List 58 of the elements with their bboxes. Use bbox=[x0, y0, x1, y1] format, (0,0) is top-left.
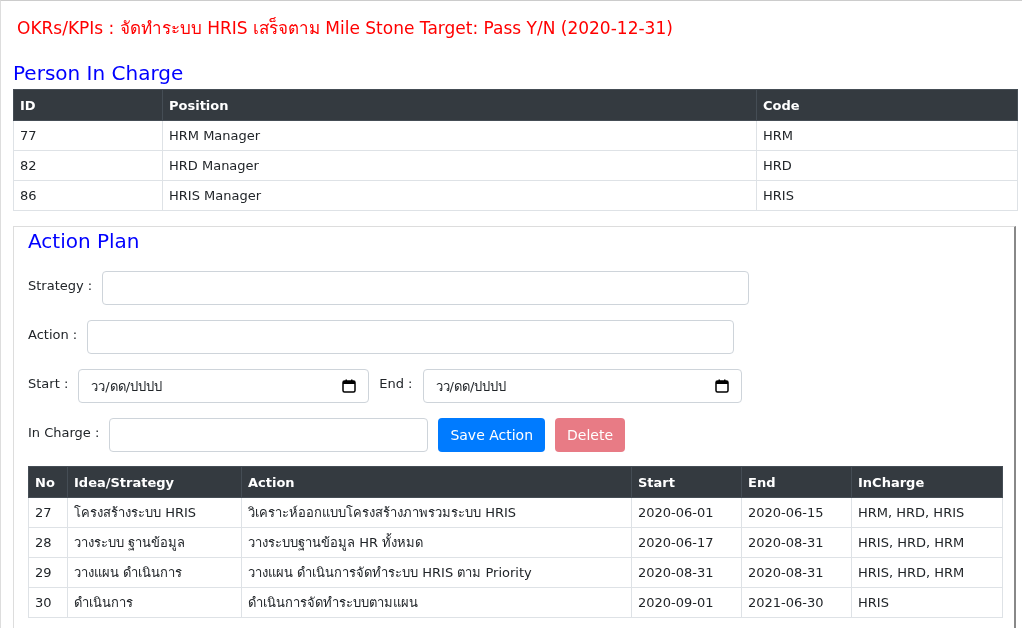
date-field[interactable]: วว/ดด/ปปปป bbox=[422, 369, 742, 403]
table-cell: วางระบบ ฐานข้อมูล bbox=[67, 527, 242, 558]
table-cell: 28 bbox=[28, 527, 68, 558]
section-heading: Person In Charge bbox=[13, 61, 185, 87]
column-header: Idea/Strategy bbox=[67, 466, 242, 498]
section-heading: Action Plan bbox=[28, 229, 141, 255]
save-button[interactable]: Save Action bbox=[438, 418, 546, 452]
table-cell: วางแผน ดำเนินการ bbox=[67, 557, 242, 588]
table-cell: วางแผน ดำเนินการจัดทำระบบ HRIS ตาม Priority bbox=[241, 557, 632, 588]
table-cell: 2020-06-15 bbox=[741, 497, 852, 528]
table-cell: 77 bbox=[13, 120, 163, 151]
table-cell: โครงสร้างระบบ HRIS bbox=[67, 497, 242, 528]
table-cell: HRIS bbox=[756, 180, 1018, 211]
text-field[interactable] bbox=[102, 271, 750, 305]
text-field[interactable] bbox=[109, 418, 429, 452]
table-cell: 2020-08-31 bbox=[631, 557, 742, 588]
date-field[interactable]: วว/ดด/ปปปป bbox=[78, 369, 370, 403]
table-cell: HRM Manager bbox=[162, 120, 757, 151]
table-cell: HRD bbox=[756, 150, 1018, 181]
table-cell: HRIS bbox=[851, 587, 1003, 618]
table-cell: HRIS, HRD, HRM bbox=[851, 557, 1003, 588]
table-cell: 82 bbox=[13, 150, 163, 181]
table-cell: 2020-09-01 bbox=[631, 587, 742, 618]
table-cell: 2021-06-30 bbox=[741, 587, 852, 618]
table-cell: 2020-08-31 bbox=[741, 557, 852, 588]
field-label: End : bbox=[379, 375, 413, 391]
table-cell: 2020-06-17 bbox=[631, 527, 742, 558]
field-label: Action : bbox=[28, 326, 78, 342]
field-label: Strategy : bbox=[28, 277, 93, 293]
table-cell: 30 bbox=[28, 587, 68, 618]
table-cell: 2020-08-31 bbox=[741, 527, 852, 558]
field-label: In Charge : bbox=[28, 424, 100, 440]
column-header: Position bbox=[162, 89, 757, 121]
table-cell: 27 bbox=[28, 497, 68, 528]
calendar-icon[interactable] bbox=[714, 379, 729, 393]
column-header: No bbox=[28, 466, 68, 498]
column-header: ID bbox=[13, 89, 163, 121]
column-header: Start bbox=[631, 466, 742, 498]
table-cell: HRIS, HRD, HRM bbox=[851, 527, 1003, 558]
table-cell: HRM bbox=[756, 120, 1018, 151]
calendar-icon[interactable] bbox=[342, 379, 357, 393]
field-label: Start : bbox=[28, 375, 69, 391]
column-header: End bbox=[741, 466, 852, 498]
table-cell: ดำเนินการ bbox=[67, 587, 242, 618]
column-header: Code bbox=[756, 89, 1018, 121]
table-cell: 2020-06-01 bbox=[631, 497, 742, 528]
table-cell: 86 bbox=[13, 180, 163, 211]
page-title: OKRs/KPIs : จัดทำระบบ HRIS เสร็จตาม Mile Stone Target: Pass Y/N (2020-12-31) bbox=[16, 16, 674, 40]
table-cell: วิเคราะห์ออกแบบโครงสร้างภาพรวมระบบ HRIS bbox=[241, 497, 632, 528]
table-cell: HRM, HRD, HRIS bbox=[851, 497, 1003, 528]
table-cell: 29 bbox=[28, 557, 68, 588]
table-cell: HRIS Manager bbox=[162, 180, 757, 211]
column-header: Action bbox=[241, 466, 632, 498]
text-field[interactable] bbox=[87, 320, 735, 354]
table-cell: HRD Manager bbox=[162, 150, 757, 181]
column-header: InCharge bbox=[851, 466, 1003, 498]
table-cell: ดำเนินการจัดทำระบบตามแผน bbox=[241, 587, 632, 618]
table-cell: วางระบบฐานข้อมูล HR ทั้งหมด bbox=[241, 527, 632, 558]
